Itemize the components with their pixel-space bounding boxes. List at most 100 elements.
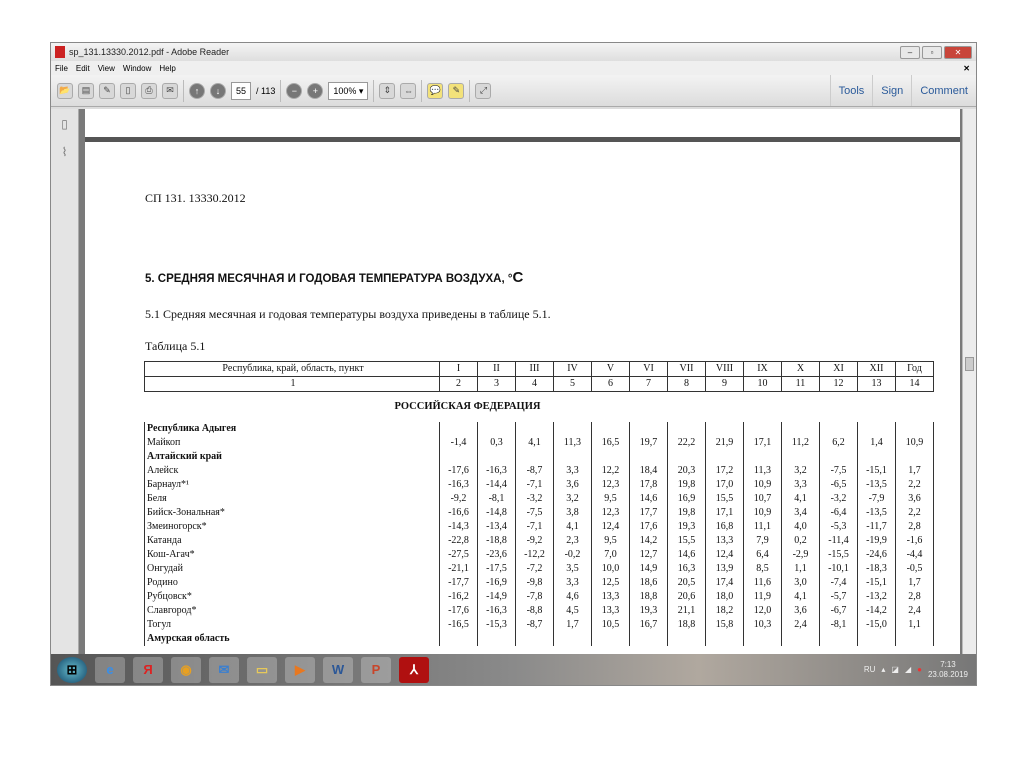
clock[interactable]: 7:13 23.08.2019 [928,660,968,680]
temperature-value [553,631,592,646]
volume-icon[interactable]: ◢ [905,665,911,674]
next-page-icon[interactable]: ↓ [210,82,226,99]
temperature-value: 19,7 [629,435,668,450]
column-number: 1 [144,376,440,392]
region-row: Алтайский край [144,449,934,464]
temperature-value: 18,2 [705,603,744,618]
comment-button[interactable]: Comment [911,75,976,106]
minimize-button[interactable]: – [900,45,920,59]
previous-page-icon[interactable]: ↑ [189,82,205,99]
temperature-value: 4,0 [781,519,820,534]
open-icon[interactable]: 📂 [57,82,73,99]
column-number: 4 [515,376,554,392]
antivirus-icon[interactable]: ● [917,665,922,674]
temperature-value: 1,7 [895,575,934,590]
comment-bubble-icon[interactable]: 💬 [427,82,444,99]
temperature-value: 13,3 [591,603,630,618]
menu-edit[interactable]: Edit [76,64,90,73]
network-icon[interactable]: ◪ [891,665,899,674]
fullscreen-icon[interactable]: ⤢ [475,82,492,99]
create-pdf-icon[interactable]: ▤ [78,82,94,99]
language-indicator[interactable]: RU [864,665,876,674]
temperature-value: 16,9 [667,491,706,506]
temperature-value: -5,7 [819,589,858,604]
temperature-value: 19,8 [667,505,706,520]
zoom-out-icon[interactable]: − [286,82,303,99]
fit-width-icon[interactable]: ⇔ [400,82,417,99]
internet-explorer-icon[interactable]: e [95,656,125,683]
column-number: 2 [439,376,478,392]
highlight-icon[interactable]: ✎ [448,82,465,99]
tools-button[interactable]: Tools [829,75,873,106]
temperature-value: 17,7 [629,505,668,520]
temperature-value: -1,4 [439,435,478,450]
temperature-value: -12,2 [515,547,554,562]
menu-help[interactable]: Help [159,64,175,73]
header-row: Республика, край, область, пункт I II III IV… [144,361,934,377]
mail-icon[interactable]: ✉ [209,656,239,683]
system-tray: RU ▴ ◪ ◢ ● 7:13 23.08.2019 [864,660,976,680]
print-icon[interactable]: ⎙ [141,82,157,99]
temperature-value [629,449,668,464]
temperature-value: 10,0 [591,561,630,576]
pages-icon[interactable]: ▯ [59,117,71,131]
close-document-icon[interactable]: ✕ [963,64,970,73]
table-row: Онгудай -21,1 -17,5 -7,2 3,5 10,0 14,9 16,3 13,9… [144,561,934,576]
temperature-value: -3,2 [515,491,554,506]
email-icon[interactable]: ✉ [162,82,178,99]
column-number: 5 [553,376,592,392]
media-player-icon[interactable]: ▶ [285,656,315,683]
temperature-value [477,421,516,436]
temperature-value: 3,3 [553,575,592,590]
fit-page-icon[interactable]: ⇕ [379,82,396,99]
column-number: 3 [477,376,516,392]
temperature-value: 19,8 [667,477,706,492]
start-button-icon[interactable]: ⊞ [57,656,87,683]
column-number: 10 [743,376,782,392]
temperature-value: -4,4 [895,547,934,562]
powerpoint-icon[interactable]: P [361,656,391,683]
file-explorer-icon[interactable]: ▭ [247,656,277,683]
temperature-value: 2,8 [895,589,934,604]
menu-window[interactable]: Window [123,64,151,73]
yandex-browser-icon[interactable]: Я [133,656,163,683]
temperature-value: 13,3 [591,589,630,604]
temperature-value: 3,2 [781,463,820,478]
temperature-value: -11,7 [857,519,896,534]
temperature-value: 4,5 [553,603,592,618]
temperature-value: 10,9 [743,505,782,520]
column-header: X [781,361,820,377]
temperature-value: 11,6 [743,575,782,590]
table-row: Беля -9,2 -8,1 -3,2 3,2 9,5 14,6 16,9 15,5 10,7 4,… [144,491,934,506]
column-number: 9 [705,376,744,392]
menu-view[interactable]: View [98,64,115,73]
temperature-value: 17,2 [705,463,744,478]
sign-button[interactable]: Sign [872,75,911,106]
adobe-reader-taskbar-icon[interactable]: ⅄ [399,656,429,683]
scrollbar-thumb[interactable] [965,357,974,371]
edit-icon[interactable]: ✎ [99,82,115,99]
menu-file[interactable]: File [55,64,68,73]
section-heading: 5. СРЕДНЯЯ МЕСЯЧНАЯ И ГОДОВАЯ ТЕМПЕРАТУР… [145,269,523,286]
maximize-button[interactable]: ▫ [922,45,942,59]
word-icon[interactable]: W [323,656,353,683]
zoom-in-icon[interactable]: + [307,82,324,99]
temperature-value: 22,2 [667,435,706,450]
temperature-table: Республика, край, область, пункт I II III IV… [144,361,934,646]
zoom-select[interactable]: 100% ▾ [328,81,369,100]
attachments-icon[interactable]: ⌇ [59,145,71,159]
temperature-value: 3,6 [895,491,934,506]
date: 23.08.2019 [927,669,968,679]
close-button[interactable]: ✕ [944,45,972,59]
chrome-icon[interactable]: ◉ [171,656,201,683]
page-number-input[interactable]: 55 [231,81,252,100]
temperature-value: 16,8 [705,519,744,534]
temperature-value [743,421,782,436]
save-icon[interactable]: ▯ [120,82,136,99]
show-hidden-icons-icon[interactable]: ▴ [881,665,885,674]
pdf-page: СП 131. 13330.2012 5. СРЕДНЯЯ МЕСЯЧНАЯ И… [85,109,960,654]
temperature-value [743,631,782,646]
temperature-value: -5,3 [819,519,858,534]
vertical-scrollbar[interactable] [962,109,976,654]
temperature-value: -14,2 [857,603,896,618]
